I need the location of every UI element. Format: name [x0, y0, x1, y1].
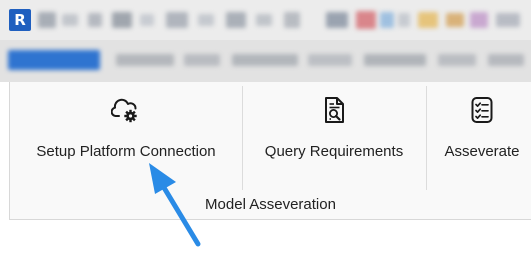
tab-active-blurred[interactable] — [8, 50, 100, 70]
asseverate-button[interactable]: Asseverate — [432, 82, 531, 180]
title-bar: R — [0, 0, 531, 40]
document-search-icon — [325, 97, 344, 123]
query-requirements-button[interactable]: Query Requirements — [248, 82, 420, 180]
checklist-icon — [471, 97, 493, 123]
ribbon-separator — [426, 86, 427, 190]
setup-platform-connection-label: Setup Platform Connection — [36, 143, 216, 160]
asseverate-label: Asseverate — [444, 143, 520, 160]
setup-platform-connection-button[interactable]: Setup Platform Connection — [10, 82, 242, 180]
ribbon-panel: Setup Platform Connection Query Requirem… — [9, 82, 531, 220]
ribbon-tab-row — [0, 40, 531, 82]
app-logo[interactable]: R — [9, 9, 31, 31]
ribbon-separator — [242, 86, 243, 190]
query-requirements-label: Query Requirements — [264, 143, 404, 160]
cloud-gear-icon — [111, 98, 137, 123]
ribbon-group-label: Model Asseveration — [205, 196, 336, 213]
